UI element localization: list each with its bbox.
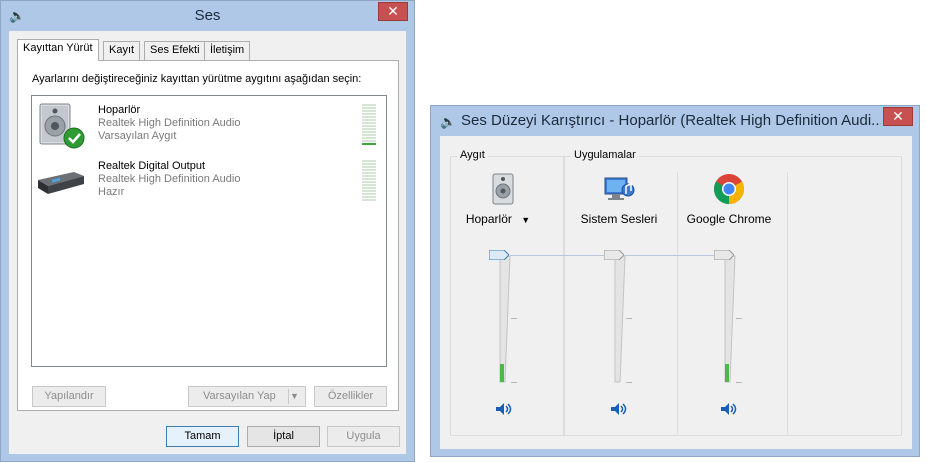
speaker-volume-icon[interactable] [495,402,513,416]
apply-button[interactable]: Uygula [327,426,400,447]
mixer-client: Aygıt Uygulamalar Hoparlör ▼ Sistem Sesl… [440,136,912,449]
device-description: Realtek High Definition Audio [98,173,241,185]
speaker-volume-icon[interactable] [610,402,628,416]
sound-dialog-client: Kayıttan Yürüt Kayıt Ses Efekti İletişim… [9,31,406,454]
device-name: Hoparlör [98,104,141,116]
speaker-icon [492,173,514,205]
system-sounds-icon [604,177,635,200]
channel-speaker: Hoparlör ▼ [449,168,559,448]
digital-output-icon [38,172,84,194]
instruction-text: Ayarlarını değiştireceğiniz kayıttan yür… [32,73,362,85]
level-meter [725,364,729,382]
set-default-label: Varsayılan Yap [203,390,276,402]
channel-google-chrome: Google Chrome [674,168,784,448]
tab-recording[interactable]: Kayıt [103,41,141,60]
channel-label: Google Chrome [686,212,772,226]
volume-mixer-window: 🔈 Ses Düzeyi Karıştırıcı - Hoparlör (Rea… [430,105,920,457]
volume-meter [362,160,376,202]
speaker-system-icon: 🔈 [440,114,457,129]
close-icon: ✕ [892,108,904,124]
channel-system-sounds: Sistem Sesleri [564,168,674,448]
close-button[interactable]: ✕ [378,2,408,21]
device-item-digital-output[interactable]: Realtek Digital Output Realtek High Defi… [34,156,384,210]
device-name: Realtek Digital Output [98,160,205,172]
sound-dialog-titlebar[interactable]: 🔈 Ses ✕ [1,1,414,31]
channel-label: Hoparlör [465,212,512,226]
volume-slider-track[interactable] [614,254,626,384]
tab-communications[interactable]: İletişim [204,41,251,60]
close-button[interactable]: ✕ [883,107,913,126]
volume-slider-thumb[interactable] [489,250,509,260]
chevron-down-icon: ▼ [521,215,531,225]
ok-button[interactable]: Tamam [166,426,239,447]
chevron-down-icon[interactable]: ▼ [290,387,302,406]
configure-button[interactable]: Yapılandır [32,386,106,407]
device-list[interactable]: Hoparlör Realtek High Definition Audio V… [31,95,387,367]
channel-speaker-dropdown[interactable]: Hoparlör ▼ [443,212,553,226]
device-description: Realtek High Definition Audio [98,117,241,129]
tab-sound-effects[interactable]: Ses Efekti [144,41,206,60]
device-group-label: Aygıt [457,149,488,161]
properties-button[interactable]: Özellikler [314,386,387,407]
volume-meter [362,104,376,146]
set-default-button[interactable]: Varsayılan Yap ▼ [188,386,306,407]
sound-dialog-title: Ses [194,7,221,24]
volume-slider-thumb[interactable] [604,250,624,260]
channel-label: Sistem Sesleri [580,212,658,226]
close-icon: ✕ [387,3,399,19]
level-meter [500,364,504,382]
chrome-icon [713,174,745,204]
mixer-title: Ses Düzeyi Karıştırıcı - Hoparlör (Realt… [461,112,881,129]
column-separator [787,172,788,434]
playback-panel: Ayarlarını değiştireceğiniz kayıttan yür… [17,60,399,411]
cancel-button[interactable]: İptal [247,426,320,447]
tab-playback[interactable]: Kayıttan Yürüt [17,39,99,61]
device-status: Varsayılan Aygıt [98,130,177,142]
applications-group-label: Uygulamalar [571,149,639,161]
sound-dialog-window: 🔈 Ses ✕ Kayıttan Yürüt Kayıt Ses Efekti … [0,0,415,462]
speaker-icon [39,103,85,149]
speaker-volume-icon[interactable] [720,402,738,416]
device-item-speaker[interactable]: Hoparlör Realtek High Definition Audio V… [34,100,384,154]
volume-slider-thumb[interactable] [714,250,734,260]
device-status: Hazır [98,186,125,198]
